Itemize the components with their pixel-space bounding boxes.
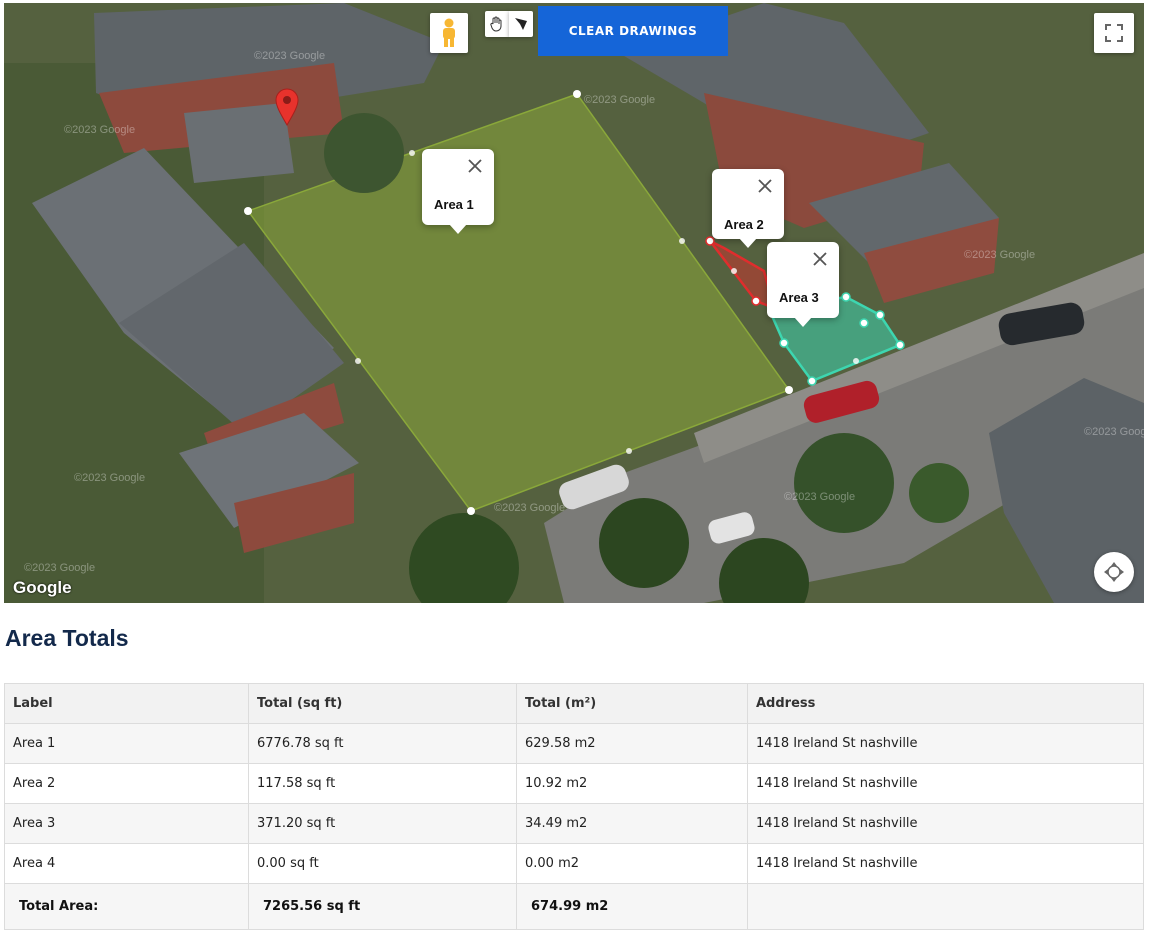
draw-polygon-icon[interactable] bbox=[509, 11, 533, 37]
cell-m2: 34.49 m2 bbox=[516, 803, 748, 844]
street-view-pegman-icon[interactable] bbox=[430, 13, 468, 53]
clear-drawings-button[interactable]: CLEAR DRAWINGS bbox=[538, 6, 728, 56]
svg-text:©2023 Google: ©2023 Google bbox=[964, 249, 1035, 261]
cell-label: Area 3 bbox=[4, 803, 249, 844]
svg-text:©2023 Google: ©2023 Google bbox=[494, 502, 565, 514]
cell-sqft: 0.00 sq ft bbox=[248, 843, 517, 884]
cell-sqft: 371.20 sq ft bbox=[248, 803, 517, 844]
area-totals-table: Label Total (sq ft) Total (m²) Address A… bbox=[4, 683, 1144, 930]
cell-label: Area 1 bbox=[4, 723, 249, 764]
table-row: Area 1 6776.78 sq ft 629.58 m2 1418 Irel… bbox=[4, 723, 1144, 764]
recenter-icon[interactable] bbox=[1094, 552, 1134, 592]
cell-m2: 629.58 m2 bbox=[516, 723, 748, 764]
close-icon[interactable] bbox=[809, 248, 831, 270]
cell-sqft: 6776.78 sq ft bbox=[248, 723, 517, 764]
cell-sqft: 117.58 sq ft bbox=[248, 763, 517, 804]
svg-text:©2023 Google: ©2023 Google bbox=[74, 472, 145, 484]
cell-address: 1418 Ireland St nashville bbox=[747, 763, 1144, 804]
table-row: Area 3 371.20 sq ft 34.49 m2 1418 Irelan… bbox=[4, 803, 1144, 844]
total-area-m2: 674.99 m2 bbox=[516, 883, 748, 930]
satellite-map[interactable]: ©2023 Google ©2023 Google ©2023 Google ©… bbox=[4, 3, 1144, 603]
svg-text:©2023 Google: ©2023 Google bbox=[254, 50, 325, 62]
area-3-popup-label: Area 3 bbox=[779, 290, 819, 305]
svg-text:©2023 Google: ©2023 Google bbox=[784, 491, 855, 503]
cell-label: Area 2 bbox=[4, 763, 249, 804]
area-2-popup: Area 2 bbox=[712, 169, 784, 248]
cell-m2: 10.92 m2 bbox=[516, 763, 748, 804]
pan-hand-icon[interactable] bbox=[485, 11, 509, 37]
svg-text:©2023 Google: ©2023 Google bbox=[584, 94, 655, 106]
close-icon[interactable] bbox=[464, 155, 486, 177]
table-header-row: Label Total (sq ft) Total (m²) Address bbox=[4, 683, 1144, 724]
cell-address: 1418 Ireland St nashville bbox=[747, 803, 1144, 844]
total-area-label: Total Area: bbox=[4, 883, 249, 930]
svg-text:©2023 Google: ©2023 Google bbox=[24, 562, 95, 574]
area-totals-heading: Area Totals bbox=[5, 625, 129, 651]
total-area-row: Total Area: 7265.56 sq ft 674.99 m2 bbox=[4, 883, 1144, 930]
fullscreen-icon[interactable] bbox=[1094, 13, 1134, 53]
google-logo: Google bbox=[13, 578, 72, 597]
table-row: Area 4 0.00 sq ft 0.00 m2 1418 Ireland S… bbox=[4, 843, 1144, 884]
area-3-popup: Area 3 bbox=[767, 242, 839, 327]
area-2-popup-label: Area 2 bbox=[724, 217, 764, 232]
column-header-m2: Total (m²) bbox=[516, 683, 748, 724]
area-1-popup-label: Area 1 bbox=[434, 197, 474, 212]
total-area-address bbox=[747, 883, 1144, 930]
cell-address: 1418 Ireland St nashville bbox=[747, 723, 1144, 764]
svg-text:©2023 Google: ©2023 Google bbox=[64, 124, 135, 136]
cell-address: 1418 Ireland St nashville bbox=[747, 843, 1144, 884]
table-row: Area 2 117.58 sq ft 10.92 m2 1418 Irelan… bbox=[4, 763, 1144, 804]
column-header-sqft: Total (sq ft) bbox=[248, 683, 517, 724]
svg-text:©2023 Google: ©2023 Google bbox=[1084, 426, 1144, 438]
cell-label: Area 4 bbox=[4, 843, 249, 884]
cell-m2: 0.00 m2 bbox=[516, 843, 748, 884]
total-area-sqft: 7265.56 sq ft bbox=[248, 883, 517, 930]
area-1-popup: Area 1 bbox=[422, 149, 494, 234]
column-header-label: Label bbox=[4, 683, 249, 724]
close-icon[interactable] bbox=[754, 175, 776, 197]
column-header-address: Address bbox=[747, 683, 1144, 724]
aerial-imagery[interactable]: ©2023 Google ©2023 Google ©2023 Google ©… bbox=[4, 3, 1144, 603]
